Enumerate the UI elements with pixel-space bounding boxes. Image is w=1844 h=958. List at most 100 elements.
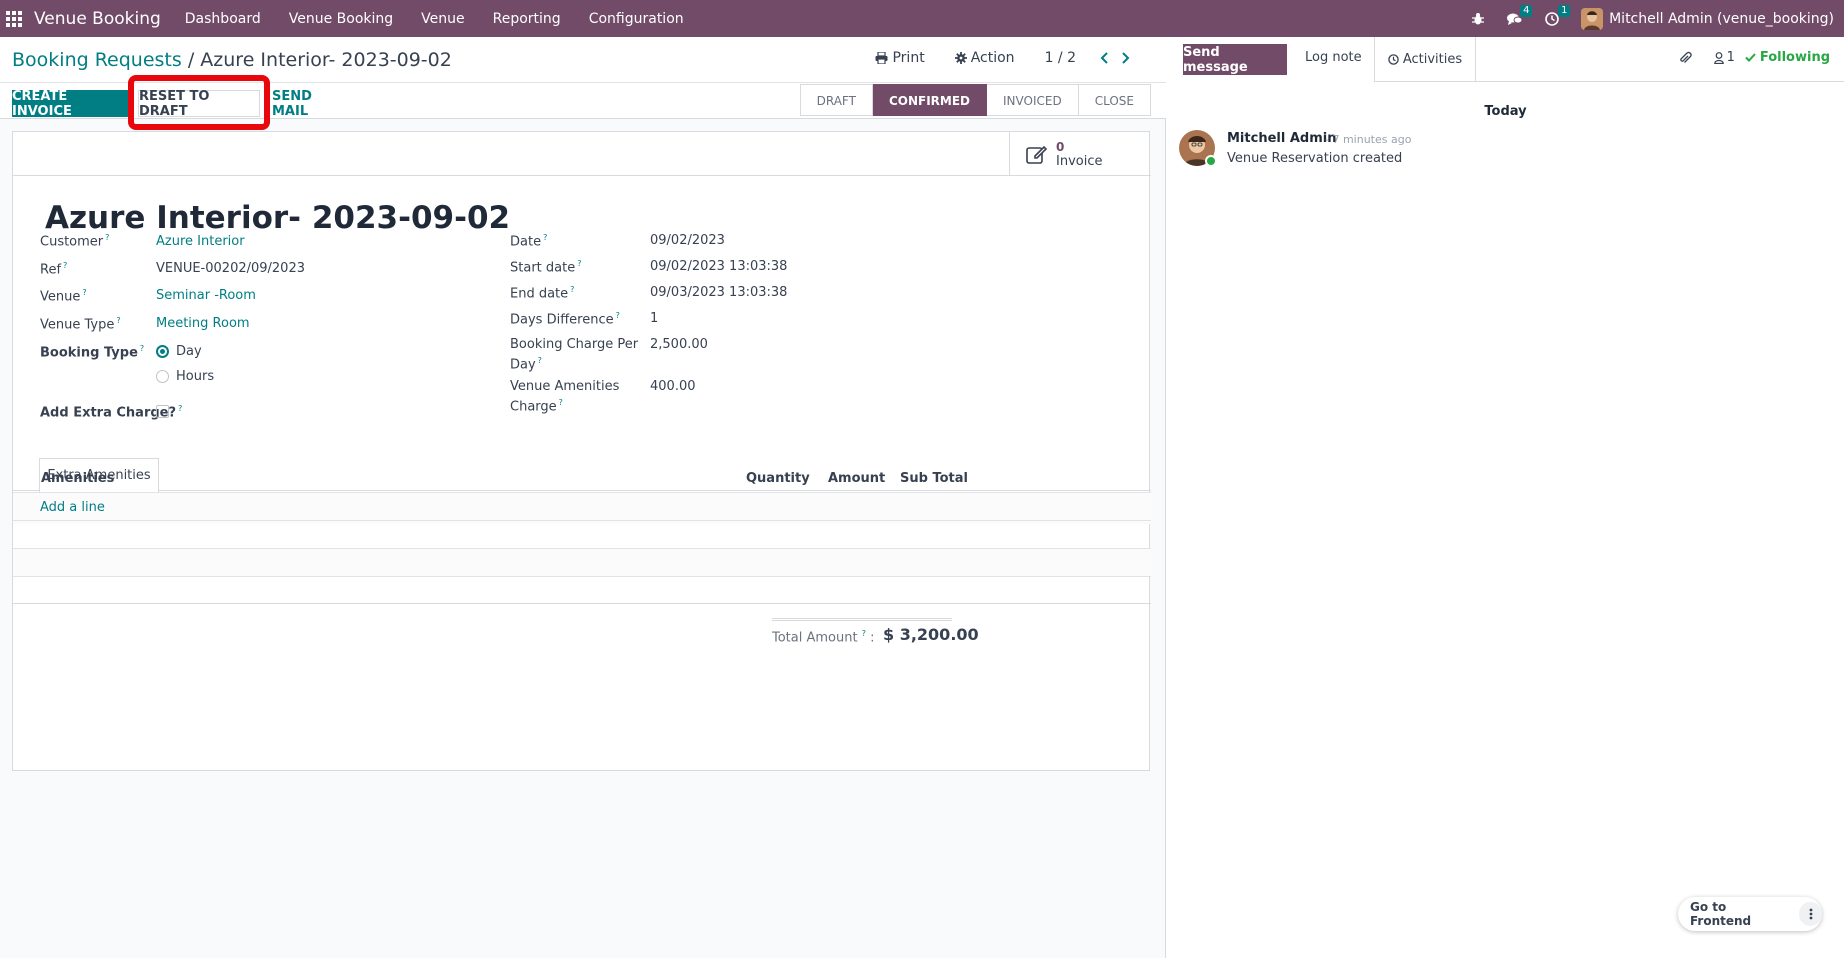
form-view: Booking Requests / Azure Interior- 2023-… [0, 37, 1166, 958]
top-navbar: Venue Booking Dashboard Venue Booking Ve… [0, 0, 1844, 37]
chatter-divider [1474, 81, 1844, 82]
bug-icon[interactable] [1471, 12, 1485, 26]
today-separator: Today [1484, 104, 1527, 119]
smart-button-box: 0 Invoice [13, 132, 1151, 176]
following-label: Following [1759, 50, 1830, 65]
go-to-frontend-widget: Go to Frontend [1678, 897, 1822, 931]
venue-type-field[interactable]: Meeting Room [156, 316, 250, 331]
record-title: Azure Interior- 2023-09-02 [45, 200, 511, 236]
customer-field[interactable]: Azure Interior [156, 234, 245, 249]
menu-venue[interactable]: Venue [421, 11, 464, 27]
table-row [13, 520, 1151, 548]
date-label: Date? [510, 233, 548, 250]
col-sub-total[interactable]: Sub Total [900, 471, 968, 486]
paperclip-icon[interactable] [1678, 51, 1692, 65]
breadcrumb: Booking Requests / Azure Interior- 2023-… [12, 49, 452, 71]
help-mark: ? [615, 311, 620, 320]
stage-draft[interactable]: DRAFT [799, 84, 873, 116]
create-invoice-button[interactable]: CREATE INVOICE [12, 89, 130, 119]
message-time: - 7 minutes ago [1325, 133, 1412, 146]
total-amount-label: Total Amount ? : [772, 629, 875, 646]
print-button[interactable]: Print [875, 50, 925, 66]
help-mark: ? [570, 285, 575, 294]
stage-close[interactable]: CLOSE [1078, 84, 1151, 116]
gear-icon [954, 52, 967, 64]
log-note-button[interactable]: Log note [1305, 50, 1362, 65]
stage-invoiced[interactable]: INVOICED [987, 84, 1079, 116]
start-date-field[interactable]: 09/02/2023 13:03:38 [650, 259, 787, 274]
booking-charge-field[interactable]: 2,500.00 [650, 337, 708, 352]
stage-confirmed[interactable]: CONFIRMED [872, 84, 988, 116]
chevron-right-icon[interactable] [1121, 52, 1130, 64]
chatter-panel: Send message Log note Activities 1 Follo… [1167, 37, 1844, 958]
venue-field[interactable]: Seminar -Room [156, 288, 256, 303]
following-button[interactable]: Following [1745, 50, 1830, 65]
booking-type-day-radio[interactable]: Day [156, 344, 202, 359]
app-grid-icon[interactable] [6, 10, 22, 27]
breadcrumb-booking-requests[interactable]: Booking Requests [12, 49, 182, 71]
days-difference-field[interactable]: 1 [650, 311, 658, 326]
send-message-button[interactable]: Send message [1183, 44, 1287, 75]
edit-icon [1026, 144, 1048, 164]
activities-button[interactable]: Activities [1374, 37, 1476, 82]
table-row [13, 576, 1151, 604]
add-line-link[interactable]: Add a line [40, 500, 105, 515]
col-amenities[interactable]: Amenities [41, 471, 114, 486]
print-label: Print [892, 50, 925, 66]
online-status-dot [1205, 155, 1217, 167]
followers-button[interactable]: 1 [1713, 50, 1735, 65]
followers-count: 1 [1726, 50, 1735, 65]
user-avatar[interactable] [1581, 7, 1604, 30]
form-sheet: 0 Invoice Azure Interior- 2023-09-02 Cus… [12, 131, 1151, 771]
message-body: Venue Reservation created [1227, 151, 1403, 166]
ref-field[interactable]: VENUE-00202/09/2023 [156, 261, 305, 276]
pager-value[interactable]: 1 / 2 [1045, 50, 1076, 66]
messages-icon[interactable]: 4 [1507, 4, 1533, 26]
date-field[interactable]: 09/02/2023 [650, 233, 725, 248]
menu-dashboard[interactable]: Dashboard [185, 11, 261, 27]
check-icon [1745, 53, 1756, 62]
reset-to-draft-highlight [128, 75, 270, 130]
booking-charge-label: Booking Charge Per Day? [510, 337, 639, 373]
booking-type-hours-radio[interactable]: Hours [156, 369, 214, 384]
printer-icon [875, 52, 888, 64]
help-mark: ? [116, 316, 121, 325]
action-button[interactable]: Action [954, 50, 1015, 66]
status-bar: DRAFT CONFIRMED INVOICED CLOSE [799, 84, 1151, 116]
send-mail-button[interactable]: SEND MAIL [272, 89, 344, 119]
extra-charge-checkbox[interactable] [156, 405, 169, 418]
amenities-charge-field[interactable]: 400.00 [650, 379, 696, 394]
app-brand[interactable]: Venue Booking [34, 9, 161, 29]
chevron-left-icon[interactable] [1100, 52, 1109, 64]
venue-label: Venue? [40, 288, 87, 305]
table-footer-divider [13, 603, 1151, 604]
booking-type-label: Booking Type? [40, 344, 145, 361]
day-option-label: Day [176, 344, 202, 359]
customer-label: Customer? [40, 233, 110, 250]
menu-configuration[interactable]: Configuration [589, 11, 684, 27]
messages-badge: 4 [1520, 4, 1533, 17]
go-to-frontend-button[interactable]: Go to Frontend [1690, 900, 1785, 928]
help-mark: ? [861, 629, 866, 638]
end-date-field[interactable]: 09/03/2023 13:03:38 [650, 285, 787, 300]
help-mark: ? [178, 404, 183, 413]
message-author[interactable]: Mitchell Admin [1227, 131, 1336, 146]
action-label: Action [970, 50, 1015, 66]
help-mark: ? [105, 233, 110, 242]
menu-venue-booking[interactable]: Venue Booking [289, 11, 393, 27]
hours-option-label: Hours [176, 369, 215, 384]
kebab-menu-icon[interactable] [1799, 902, 1822, 926]
activities-label: Activities [1402, 51, 1463, 67]
menu-reporting[interactable]: Reporting [493, 11, 561, 27]
help-mark: ? [543, 233, 548, 242]
user-name[interactable]: Mitchell Admin (venue_booking) [1609, 11, 1834, 27]
clock-icon [1388, 53, 1399, 65]
start-date-label: Start date? [510, 259, 582, 276]
help-mark: ? [82, 288, 87, 297]
col-amenity-amount[interactable]: Amount [828, 471, 885, 486]
help-mark: ? [139, 344, 145, 353]
help-mark: ? [577, 259, 582, 268]
invoice-smart-button[interactable]: 0 Invoice [1009, 132, 1151, 176]
activity-clock-icon[interactable]: 1 [1545, 4, 1571, 26]
col-quantity[interactable]: Quantity [746, 471, 810, 486]
